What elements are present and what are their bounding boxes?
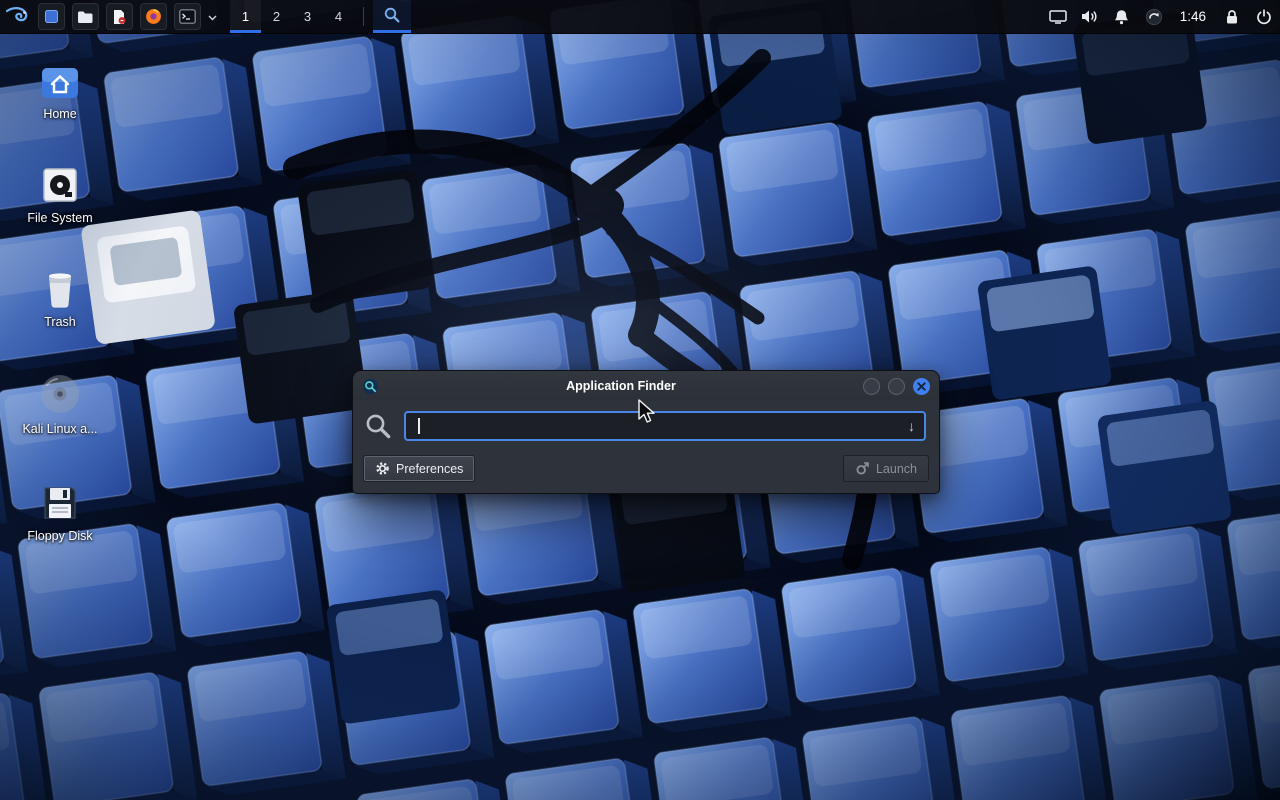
launcher-file-manager[interactable] <box>68 0 102 33</box>
close-icon <box>917 382 926 391</box>
window-buttons <box>863 378 930 395</box>
desktop-icon-home[interactable]: Home <box>14 56 106 121</box>
button-row: Preferences Launch <box>353 448 939 493</box>
launch-icon <box>855 461 870 476</box>
launcher-terminal[interactable] <box>170 0 204 33</box>
desktop-icon-file-system[interactable]: File System <box>14 160 106 225</box>
terminal-dropdown-button[interactable] <box>204 0 220 33</box>
workspace-switcher: 1 2 3 4 <box>230 0 354 33</box>
search-input[interactable]: ↓ <box>404 411 926 441</box>
display-icon[interactable] <box>1042 0 1074 33</box>
launch-button[interactable]: Launch <box>843 455 929 482</box>
lock-icon[interactable] <box>1216 0 1248 33</box>
kali-menu-button[interactable] <box>0 0 34 33</box>
panel-clock[interactable]: 1:46 <box>1170 0 1216 33</box>
gear-icon <box>375 461 390 476</box>
taskbar-application-finder[interactable] <box>373 0 411 33</box>
desktop-icon-label: File System <box>27 211 92 225</box>
firefox-icon <box>140 3 167 30</box>
magnifier-icon <box>383 6 401 27</box>
desktop-icon-kali-linux[interactable]: Kali Linux a... <box>14 371 106 436</box>
desktop-icon-label: Kali Linux a... <box>22 422 97 436</box>
folder-icon <box>72 3 99 30</box>
terminal-icon <box>174 3 201 30</box>
floppy-disk-icon <box>41 478 79 522</box>
preferences-label: Preferences <box>396 462 463 476</box>
volume-icon[interactable] <box>1074 0 1106 33</box>
application-finder-window: Application Finder ↓ Preferences <box>352 370 940 494</box>
window-title: Application Finder <box>393 379 849 393</box>
power-icon[interactable] <box>1248 0 1280 33</box>
desktop-icon-floppy-disk[interactable]: Floppy Disk <box>14 478 106 543</box>
panel-left-group: 1 2 3 4 <box>0 0 411 33</box>
desktop-icon <box>38 3 65 30</box>
workspace-2[interactable]: 2 <box>261 0 292 33</box>
chevron-down-icon <box>208 9 217 24</box>
bell-icon[interactable] <box>1106 0 1138 33</box>
cd-rom-icon <box>39 371 81 415</box>
desktop-icon-trash[interactable]: Trash <box>14 264 106 329</box>
close-button[interactable] <box>913 378 930 395</box>
home-icon <box>40 56 80 100</box>
text-caret <box>418 418 420 434</box>
search-row: ↓ <box>353 401 939 448</box>
preferences-button[interactable]: Preferences <box>363 455 475 482</box>
app-finder-window-icon <box>362 378 379 395</box>
panel-right-group: 1:46 <box>1042 0 1280 33</box>
workspace-3[interactable]: 3 <box>292 0 323 33</box>
trash-icon <box>43 264 77 308</box>
file-system-icon <box>41 160 79 204</box>
workspace-4[interactable]: 4 <box>323 0 354 33</box>
launcher-text-editor[interactable] <box>102 0 136 33</box>
dropdown-arrow-icon[interactable]: ↓ <box>908 419 915 433</box>
titlebar[interactable]: Application Finder <box>353 371 939 401</box>
minimize-button[interactable] <box>863 378 880 395</box>
document-icon <box>106 3 133 30</box>
maximize-button[interactable] <box>888 378 905 395</box>
network-orb-icon[interactable] <box>1138 0 1170 33</box>
launch-label: Launch <box>876 462 917 476</box>
launcher-firefox[interactable] <box>136 0 170 33</box>
panel-separator <box>363 7 364 26</box>
desktop-icon-label: Floppy Disk <box>27 529 92 543</box>
desktop-icon-label: Trash <box>44 315 76 329</box>
search-icon <box>364 412 392 440</box>
desktop-icon-label: Home <box>43 107 76 121</box>
workspace-1[interactable]: 1 <box>230 0 261 33</box>
launcher-show-desktop[interactable] <box>34 0 68 33</box>
kali-logo-icon <box>5 3 29 30</box>
top-panel: 1 2 3 4 1:46 <box>0 0 1280 34</box>
